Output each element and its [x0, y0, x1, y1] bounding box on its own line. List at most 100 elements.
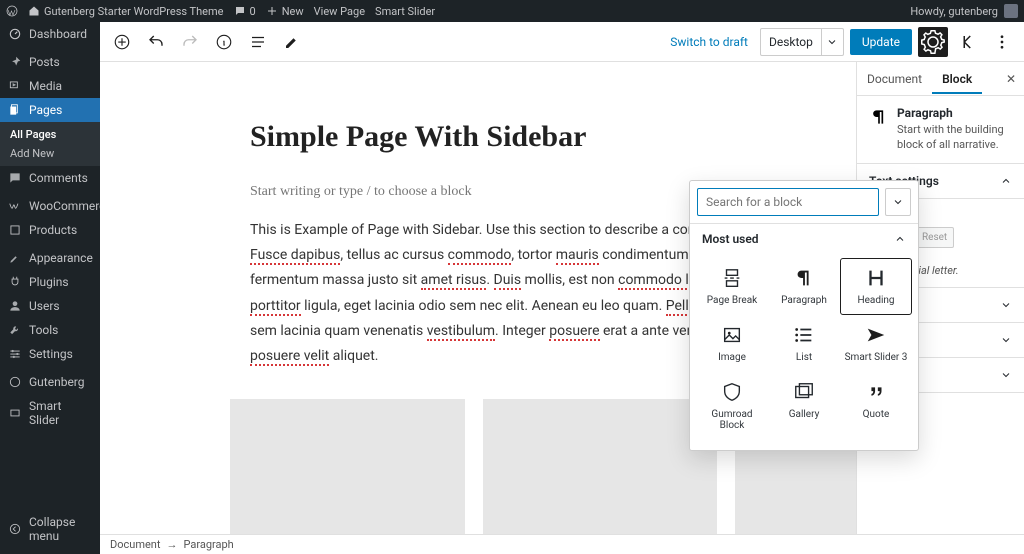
settings-button[interactable] [918, 27, 948, 57]
chevron-down-icon [826, 36, 838, 48]
chevron-up-icon [1000, 175, 1012, 187]
sidebar-item-woocommerce[interactable]: WooCommerce [0, 194, 100, 218]
wordpress-icon [6, 5, 18, 17]
page-title[interactable]: Simple Page With Sidebar [230, 120, 930, 154]
breadcrumb-block[interactable]: Paragraph [183, 538, 233, 551]
sidebar-item-media[interactable]: Media [0, 74, 100, 98]
sliders-icon [8, 347, 22, 361]
plug-icon [8, 275, 22, 289]
inserter-grid: Page Break Paragraph Heading Image List … [690, 254, 918, 450]
tab-document[interactable]: Document [857, 64, 932, 94]
site-link[interactable]: Gutenberg Starter WordPress Theme [28, 5, 224, 18]
gutenberg-icon [8, 375, 22, 389]
device-dropdown[interactable] [821, 29, 843, 55]
dashboard-icon [8, 27, 22, 41]
heading-icon [865, 267, 887, 289]
paragraph-icon [793, 267, 815, 289]
inspector-close[interactable]: ✕ [998, 72, 1024, 86]
undo-icon [147, 33, 165, 51]
view-page-link[interactable]: View Page [314, 5, 365, 18]
more-options-button[interactable] [988, 28, 1016, 56]
chevron-down-icon [892, 196, 904, 208]
add-block-button[interactable] [108, 28, 136, 56]
submenu-add-new[interactable]: Add New [0, 144, 100, 163]
sidebar-item-label: Gutenberg [29, 375, 85, 389]
comment-icon [234, 5, 246, 17]
inserter-item-quote[interactable]: Quote [840, 372, 912, 440]
home-icon [28, 5, 40, 17]
collapse-icon [8, 522, 22, 536]
avatar[interactable] [1004, 4, 1018, 18]
inserter-item-gumroad[interactable]: Gumroad Block [696, 372, 768, 440]
sidebar-item-comments[interactable]: Comments [0, 166, 100, 190]
sidebar-item-dashboard[interactable]: Dashboard [0, 22, 100, 46]
new-link[interactable]: New [266, 5, 304, 18]
sidebar-item-label: Appearance [29, 251, 93, 265]
inserter-section-most-used[interactable]: Most used [690, 224, 918, 254]
comments-link[interactable]: 0 [234, 5, 256, 18]
switch-to-draft[interactable]: Switch to draft [664, 31, 754, 53]
woocommerce-icon [8, 199, 22, 213]
inserter-item-smartslider[interactable]: Smart Slider 3 [840, 315, 912, 372]
collapse-menu[interactable]: Collapse menu [0, 510, 100, 548]
submenu-all-pages[interactable]: All Pages [0, 125, 100, 144]
inserter-item-heading[interactable]: Heading [840, 258, 912, 315]
sidebar-item-gutenberg[interactable]: Gutenberg [0, 370, 100, 394]
redo-button[interactable] [176, 28, 204, 56]
editor-header: Switch to draft Desktop Update [100, 22, 1024, 62]
sidebar-item-label: Dashboard [29, 27, 87, 41]
device-preview[interactable]: Desktop [760, 28, 844, 56]
sidebar-item-label: Posts [29, 55, 60, 69]
inserter-item-image[interactable]: Image [696, 315, 768, 372]
sidebar-item-plugins[interactable]: Plugins [0, 270, 100, 294]
info-button[interactable] [210, 28, 238, 56]
gear-icon [918, 27, 948, 57]
chevron-down-icon [1000, 299, 1012, 311]
sidebar-item-users[interactable]: Users [0, 294, 100, 318]
sidebar-item-appearance[interactable]: Appearance [0, 246, 100, 270]
breadcrumb-document[interactable]: Document [110, 538, 160, 551]
outline-button[interactable] [244, 28, 272, 56]
gallery-image[interactable] [230, 399, 465, 534]
sidebar-item-settings[interactable]: Settings [0, 342, 100, 366]
wrench-icon [8, 323, 22, 337]
pin-icon [8, 55, 22, 69]
chevron-down-icon [1000, 369, 1012, 381]
sidebar-item-pages[interactable]: Pages [0, 98, 100, 122]
howdy-text[interactable]: Howdy, gutenberg [910, 5, 998, 18]
sidebar-item-smartslider[interactable]: Smart Slider [0, 394, 100, 432]
tab-block[interactable]: Block [932, 64, 982, 94]
wp-logo[interactable] [6, 5, 18, 17]
edit-mode-button[interactable] [278, 28, 306, 56]
media-icon [8, 79, 22, 93]
inserter-dropdown[interactable] [885, 188, 911, 216]
inserter-item-gallery[interactable]: Gallery [768, 372, 840, 440]
sidebar-item-label: Comments [29, 171, 88, 185]
reset-button[interactable]: Reset [915, 227, 954, 248]
inserter-search-input[interactable] [697, 188, 879, 216]
inserter-item-paragraph[interactable]: Paragraph [768, 258, 840, 315]
sidebar-item-label: Products [29, 223, 77, 237]
quote-icon [865, 381, 887, 403]
image-icon [721, 324, 743, 346]
sidebar-item-label: Users [29, 299, 60, 313]
sidebar-item-label: Plugins [29, 275, 69, 289]
block-description: Start with the building block of all nar… [897, 123, 1004, 151]
jetpack-button[interactable] [954, 28, 982, 56]
user-icon [8, 299, 22, 313]
update-button[interactable]: Update [850, 29, 912, 55]
paragraph-icon [869, 106, 889, 128]
sidebar-item-label: Media [29, 79, 62, 93]
sidebar-item-label: Pages [29, 103, 62, 117]
smart-slider-link[interactable]: Smart Slider [375, 5, 435, 18]
undo-button[interactable] [142, 28, 170, 56]
sidebar-item-tools[interactable]: Tools [0, 318, 100, 342]
inserter-item-page-break[interactable]: Page Break [696, 258, 768, 315]
inserter-item-list[interactable]: List [768, 315, 840, 372]
inserter-search-row [690, 181, 918, 224]
sidebar-item-products[interactable]: Products [0, 218, 100, 242]
chevron-down-icon [1000, 334, 1012, 346]
sidebar-item-posts[interactable]: Posts [0, 50, 100, 74]
gallery-image[interactable] [483, 399, 718, 534]
block-name: Paragraph [897, 106, 1012, 120]
